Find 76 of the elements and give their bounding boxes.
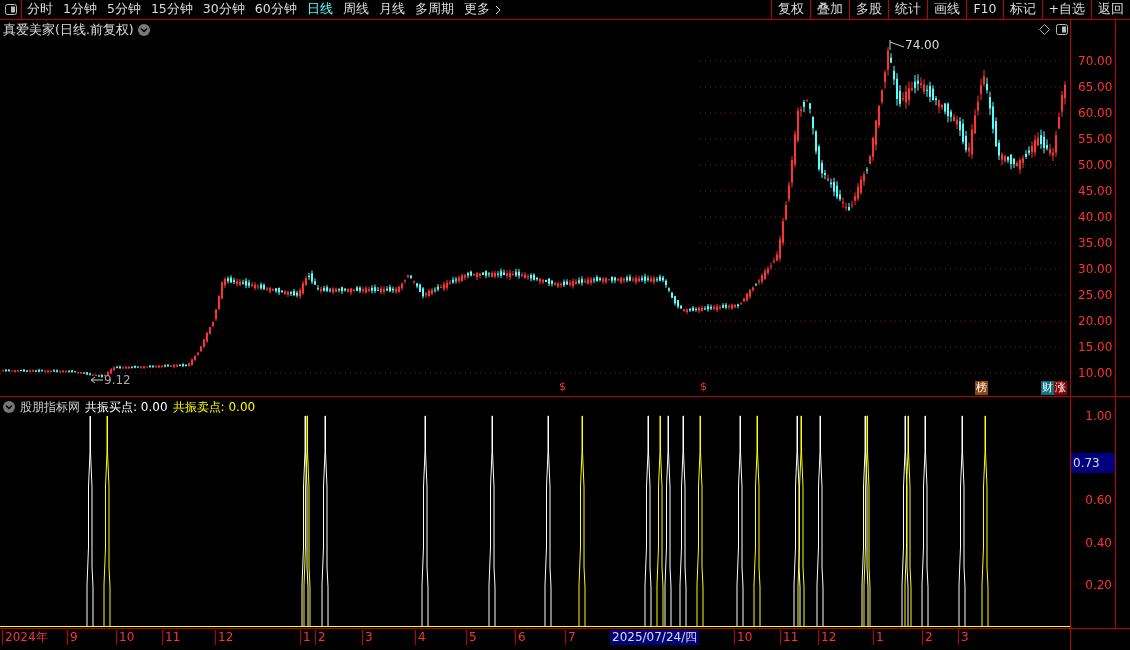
period-tab[interactable]: 15分钟 [145, 0, 198, 19]
chart-title: 真爱美家(日线.前复权) [3, 21, 134, 39]
date-axis-label: 1 [300, 630, 311, 645]
toolbar-button[interactable]: 统计 [888, 0, 928, 19]
price-axis-label: 45.00 [1078, 183, 1113, 199]
panel-toggle-icon[interactable] [4, 4, 17, 15]
indicator-axis-label: 0.20 [1085, 576, 1112, 593]
low-price-label: 9.12 [104, 372, 131, 389]
date-axis-label: 11 [780, 630, 799, 645]
period-tab[interactable]: 1分钟 [58, 0, 102, 19]
date-axis-label: 2025/07/24/四 [610, 630, 700, 645]
toolbar-button[interactable]: +自选 [1041, 0, 1091, 19]
price-axis-label: 15.00 [1078, 339, 1113, 355]
indicator-legend: 共振卖点: 0.00 [172, 398, 256, 416]
date-axis-label: 9 [67, 630, 78, 645]
date-axis-label: 7 [565, 630, 576, 645]
price-axis-label: 60.00 [1078, 105, 1113, 121]
date-axis-label: 10 [116, 630, 135, 645]
high-price-label: 74.00 [905, 37, 940, 54]
date-axis-label: 6 [515, 630, 526, 645]
date-axis-label: 3 [362, 630, 373, 645]
indicator-name: 股朋指标网 [20, 399, 80, 416]
toolbar-button[interactable]: F10 [966, 0, 1003, 19]
toolbar-button[interactable]: 返回 [1091, 0, 1130, 19]
period-tab[interactable]: 多周期 [409, 0, 459, 19]
date-axis-label: 2 [922, 630, 933, 645]
dropdown-icon[interactable] [3, 401, 15, 413]
panel-toggle-icon[interactable] [1056, 24, 1068, 35]
price-axis-label: 10.00 [1078, 365, 1113, 381]
date-axis-label: 10 [734, 630, 753, 645]
cursor-value-label: 0.73 [1071, 453, 1115, 473]
price-axis-label: 35.00 [1078, 235, 1113, 251]
price-axis-label: 65.00 [1078, 79, 1113, 95]
event-marker[interactable]: $ [559, 381, 566, 392]
date-axis-label: 4 [415, 630, 426, 645]
indicator-axis-label: 0.60 [1085, 492, 1112, 509]
chevron-right-icon[interactable] [494, 4, 501, 15]
pointer-arrow-icon [889, 40, 905, 50]
period-tab[interactable]: 分时 [22, 0, 58, 19]
indicator-axis-label: 1.00 [1085, 408, 1112, 424]
period-tab[interactable]: 月线 [373, 0, 410, 19]
toolbar-button[interactable]: 标记 [1002, 0, 1042, 19]
event-marker[interactable]: $ [700, 381, 707, 392]
date-axis-label: 2024年 [2, 630, 48, 645]
price-axis-label: 30.00 [1078, 261, 1113, 277]
period-tab[interactable]: 5分钟 [101, 0, 146, 19]
diamond-icon[interactable] [1039, 24, 1050, 35]
price-axis-label: 40.00 [1078, 209, 1113, 225]
arrow-left-icon [90, 376, 104, 384]
info-badge[interactable]: 财 [1041, 381, 1054, 395]
toolbar-button[interactable]: 叠加 [810, 0, 850, 19]
toolbar-button[interactable]: 画线 [927, 0, 967, 19]
indicator-axis-label: 0.40 [1085, 534, 1112, 551]
period-tab[interactable]: 60分钟 [249, 0, 302, 19]
period-tab[interactable]: 日线 [301, 0, 338, 19]
period-tab[interactable]: 30分钟 [197, 0, 250, 19]
toolbar-button[interactable]: 多股 [849, 0, 889, 19]
period-tab[interactable]: 周线 [337, 0, 374, 19]
date-axis-label: 12 [818, 630, 837, 645]
date-axis-label: 2 [315, 630, 326, 645]
dropdown-icon[interactable] [137, 24, 150, 37]
toolbar-button[interactable]: 复权 [771, 0, 811, 19]
date-axis-label: 12 [215, 630, 234, 645]
date-axis-label: 1 [873, 630, 884, 645]
price-axis-label: 50.00 [1078, 157, 1113, 173]
indicator-legend: 共振买点: 0.00 [85, 398, 168, 416]
price-axis-label: 70.00 [1078, 53, 1113, 69]
period-tab[interactable]: 更多 [458, 0, 495, 19]
info-badge[interactable]: 榜 [975, 381, 988, 395]
date-axis-label: 5 [466, 630, 477, 645]
price-axis-label: 25.00 [1078, 287, 1113, 303]
date-axis-label: 3 [958, 630, 969, 645]
price-axis-label: 55.00 [1078, 131, 1113, 147]
date-axis-label: 11 [162, 630, 181, 645]
price-axis-label: 20.00 [1078, 313, 1113, 329]
info-badge[interactable]: 涨 [1054, 381, 1067, 395]
